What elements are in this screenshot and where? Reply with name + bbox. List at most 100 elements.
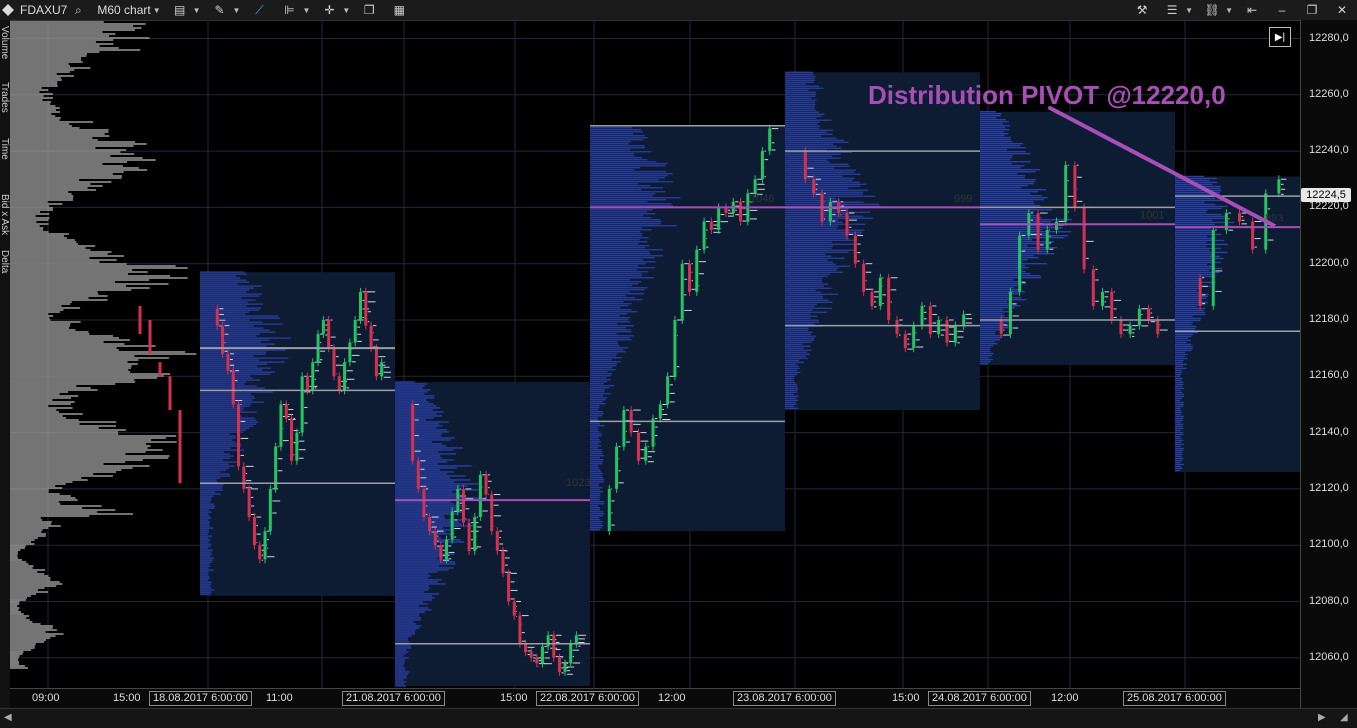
- candle-body: [920, 305, 924, 326]
- candle-body: [1137, 308, 1141, 326]
- candle-body: [1211, 229, 1215, 306]
- candle-body: [327, 320, 331, 349]
- candle-body: [878, 277, 882, 306]
- candle-body: [760, 151, 764, 180]
- candle-body: [518, 615, 522, 644]
- template-button[interactable]: ▦: [384, 0, 414, 20]
- time-label: 15:00: [500, 692, 528, 704]
- price-axis[interactable]: 12280,0 12260,0 12240,0 12220,0 12200,0 12180…: [1300, 20, 1357, 708]
- candle-body: [903, 334, 907, 349]
- candle-body: [138, 305, 142, 335]
- left-label-4: Delta: [0, 250, 10, 274]
- candle-body: [358, 291, 362, 320]
- skip-end-icon: ▶|: [1274, 31, 1286, 43]
- candle-body: [353, 320, 357, 343]
- candle-body: [369, 325, 373, 349]
- candle-body: [290, 418, 294, 461]
- resize-grip-icon: ◢: [1340, 712, 1348, 723]
- time-label: 12:00: [1051, 692, 1079, 704]
- candle-body: [845, 213, 849, 236]
- candle-body: [953, 325, 957, 343]
- crosshair-icon: ✛: [324, 3, 335, 17]
- candle-body: [178, 410, 182, 484]
- candle-body: [1036, 213, 1040, 250]
- distribution-pivot-annotation: Distribution PIVOT @12220,0: [868, 80, 1226, 110]
- window-button[interactable]: ❐: [354, 0, 384, 20]
- candle-body: [680, 263, 684, 320]
- candle-body: [937, 320, 941, 335]
- candle-body: [1119, 320, 1123, 335]
- link-button[interactable]: ⛓ ▼: [1197, 0, 1237, 20]
- candle-body: [688, 263, 691, 292]
- drawing-tools-button[interactable]: ✎ ▼: [205, 0, 245, 20]
- candle-body: [284, 404, 288, 419]
- template-icon: ▦: [393, 3, 405, 17]
- candle-body: [574, 635, 578, 644]
- left-label-0: Volume: [0, 26, 10, 60]
- candle-body: [247, 488, 251, 518]
- chart-type-button[interactable]: ▤ ▼: [165, 0, 205, 20]
- candle-body: [461, 488, 465, 523]
- candle-body: [651, 418, 655, 447]
- price-label: 12180,0: [1309, 313, 1349, 325]
- go-to-end-button[interactable]: ▶|: [1269, 27, 1291, 47]
- candle-body: [717, 207, 721, 230]
- candle-body: [999, 320, 1003, 335]
- candle-body: [1198, 277, 1202, 306]
- candle-body: [658, 404, 662, 419]
- horizontal-scrollbar[interactable]: ◀ ▶ ◢: [0, 708, 1357, 728]
- line-chart-button[interactable]: ⟋: [244, 0, 274, 20]
- candle-body: [411, 404, 415, 461]
- candle-body: [615, 446, 619, 489]
- candle-body: [753, 179, 757, 194]
- symbol-selector[interactable]: FDAXU7 ⌕: [16, 0, 93, 20]
- candle-body: [557, 657, 561, 672]
- search-icon[interactable]: ⌕: [70, 3, 86, 17]
- crosshair-button[interactable]: ✛ ▼: [314, 0, 354, 20]
- candle-body: [1277, 179, 1281, 194]
- candle-body: [529, 652, 533, 658]
- pin-button[interactable]: ⇤: [1237, 0, 1267, 20]
- close-button[interactable]: ✕: [1327, 0, 1357, 20]
- minimize-button[interactable]: –: [1267, 0, 1297, 20]
- current-price-tag: 12224,5: [1301, 187, 1351, 202]
- scroll-right-icon[interactable]: ▶: [1318, 712, 1326, 723]
- layout-button[interactable]: ☰ ▼: [1157, 0, 1197, 20]
- price-label: 12240,0: [1309, 144, 1349, 157]
- candle-body: [237, 404, 241, 467]
- link-icon: ⛓: [1204, 3, 1220, 17]
- candle-body: [422, 488, 426, 518]
- indicators-button[interactable]: ⊫ ▼: [274, 0, 314, 20]
- price-label: 12120,0: [1309, 481, 1349, 494]
- timeframe-selector[interactable]: M60 chart ▼: [93, 0, 164, 20]
- candle-body: [374, 348, 378, 377]
- candle-body: [484, 474, 488, 495]
- left-label-3: Bid x Ask: [0, 194, 10, 236]
- time-axis[interactable]: 09:00 15:00 18.08.2017 6:00:00 11:00 21.08.2…: [10, 688, 1300, 709]
- candle-body: [495, 531, 499, 551]
- candle-body: [215, 308, 219, 326]
- candle-body: [1018, 235, 1022, 292]
- window-icon: ❐: [363, 3, 375, 17]
- close-icon: ✕: [1336, 3, 1348, 17]
- price-label: 12280,0: [1309, 31, 1349, 44]
- scroll-left-icon[interactable]: ◀: [4, 712, 12, 723]
- candle-body: [343, 362, 347, 391]
- tools-button[interactable]: ⚒: [1127, 0, 1157, 20]
- market-profile-chart[interactable]: 10231046 9991001 893: [10, 20, 1300, 688]
- candle-body: [337, 376, 341, 391]
- candle-body: [433, 531, 437, 546]
- candle-body: [853, 235, 857, 264]
- profile-volume-label: 1046: [750, 193, 774, 205]
- candle-body: [768, 128, 772, 152]
- left-label-1: Trades: [0, 82, 10, 113]
- candle-body: [563, 663, 567, 672]
- candle-body: [702, 221, 706, 250]
- time-label: 09:00: [32, 692, 60, 704]
- candle-body: [540, 646, 544, 664]
- left-label-2: Time: [0, 138, 10, 160]
- restore-button[interactable]: ❐: [1297, 0, 1327, 20]
- candle-body: [862, 263, 866, 292]
- candle-body: [739, 201, 743, 222]
- candle-body: [928, 305, 932, 335]
